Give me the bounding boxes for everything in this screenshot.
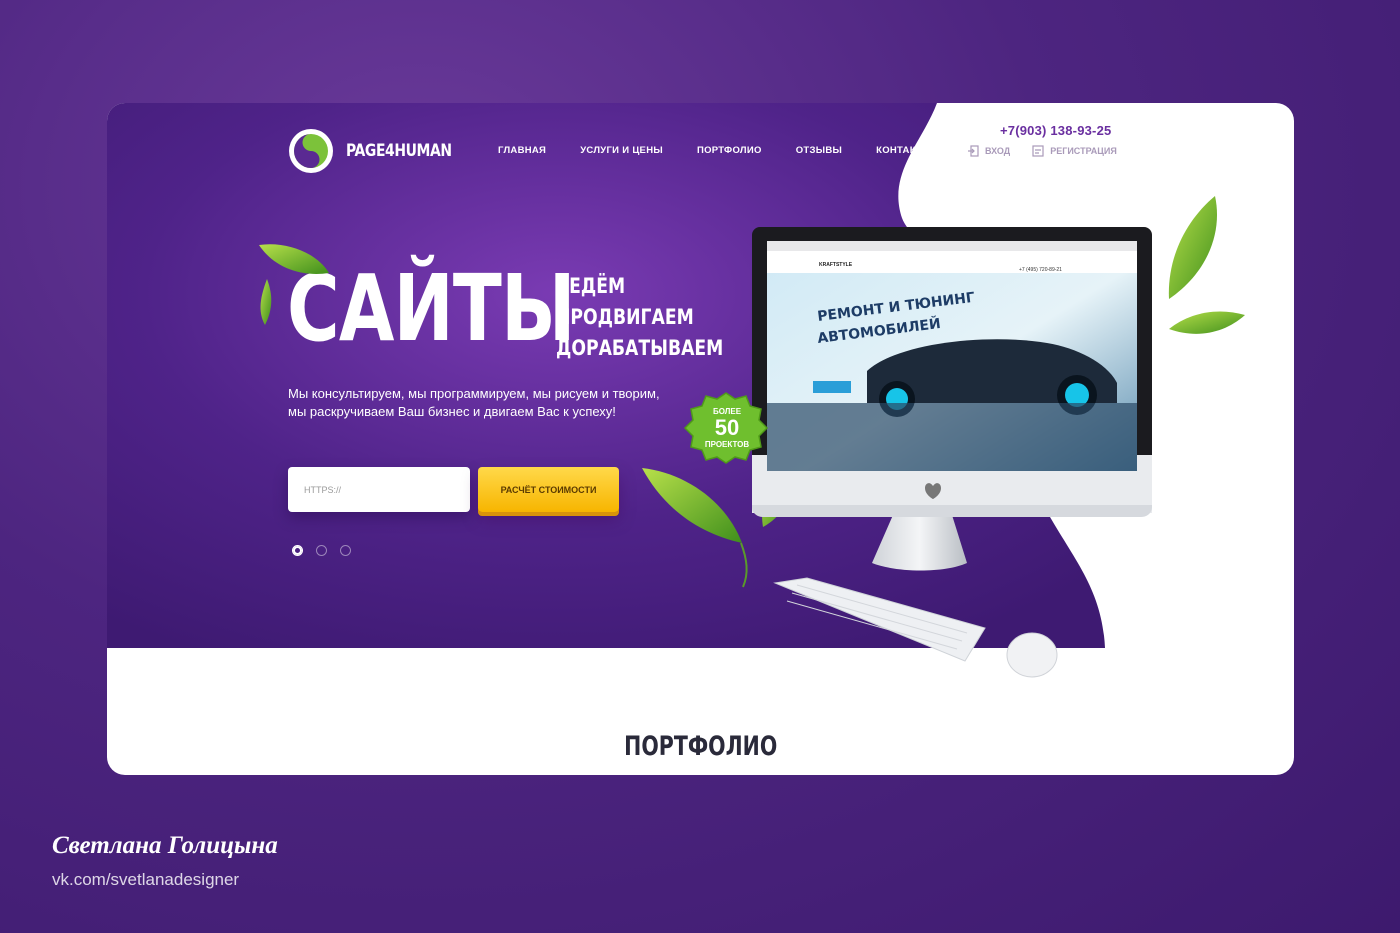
landing-page-card: PAGE4HUMAN ГЛАВНАЯ УСЛУГИ И ЦЕНЫ ПОРТФОЛ… bbox=[107, 103, 1294, 775]
author-link[interactable]: vk.com/svetlanadesigner bbox=[52, 870, 239, 890]
badge-bottom: ПРОЕКТОВ bbox=[704, 440, 750, 449]
author-name: Светлана Голицына bbox=[52, 832, 278, 859]
projects-badge: БОЛЕЕ 50 ПРОЕКТОВ bbox=[690, 407, 764, 449]
portfolio-section-title: ПОРТФОЛИО bbox=[107, 731, 1294, 762]
leaf-icon bbox=[260, 279, 272, 325]
leaf-icon bbox=[1168, 196, 1218, 299]
badge-number: 50 bbox=[714, 415, 740, 440]
portfolio-heading: ПОРТФОЛИО bbox=[623, 731, 778, 762]
leaf-icon bbox=[1169, 311, 1245, 334]
leaf-icon bbox=[259, 244, 329, 274]
leaf-icon bbox=[642, 468, 742, 543]
screen-brand: KRAFTSTYLE bbox=[819, 262, 853, 268]
screen-phone: +7 (495) 720-89-21 bbox=[1019, 267, 1062, 273]
